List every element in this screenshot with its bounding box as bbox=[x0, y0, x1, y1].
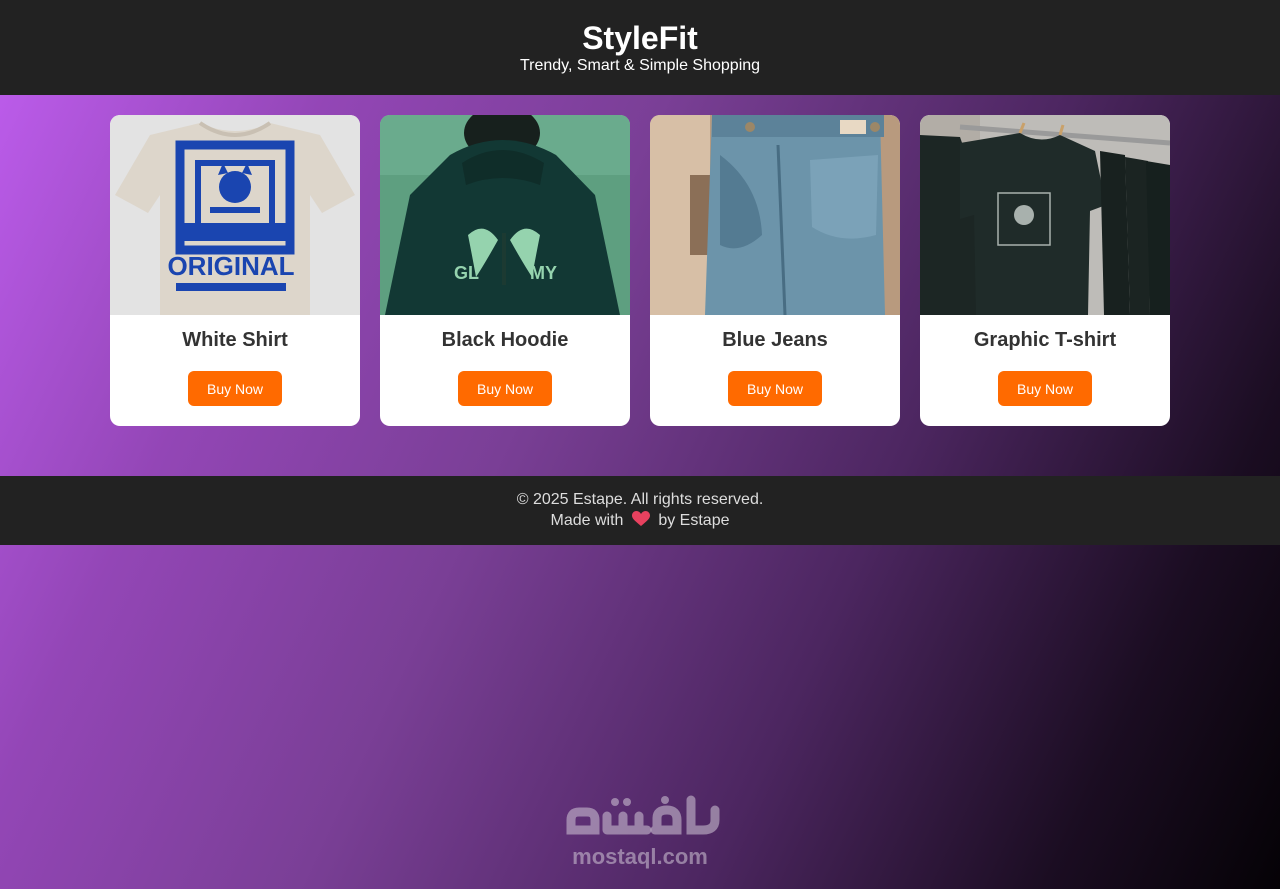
site-title: StyleFit bbox=[582, 20, 698, 56]
product-name: White Shirt bbox=[182, 329, 288, 351]
product-name: Graphic T-shirt bbox=[973, 329, 1117, 351]
footer-made-with: Made with by Estape bbox=[0, 511, 1280, 530]
product-card-graphic-tshirt: Graphic T-shirt Buy Now bbox=[920, 115, 1170, 426]
svg-text:GL: GL bbox=[454, 263, 479, 283]
buy-now-button[interactable]: Buy Now bbox=[188, 371, 282, 406]
svg-text:ORIGINAL: ORIGINAL bbox=[167, 251, 294, 281]
buy-now-button[interactable]: Buy Now bbox=[998, 371, 1092, 406]
product-card-white-shirt: ORIGINAL White Shirt Buy Now bbox=[110, 115, 360, 426]
white-shirt-image: ORIGINAL bbox=[110, 115, 360, 315]
mostaql-logo-icon bbox=[566, 795, 720, 835]
blue-jeans-image bbox=[650, 115, 900, 315]
site-tagline: Trendy, Smart & Simple Shopping bbox=[519, 57, 761, 74]
product-name: Black Hoodie bbox=[441, 329, 569, 351]
product-name: Blue Jeans bbox=[722, 329, 828, 351]
graphic-tshirt-image bbox=[920, 115, 1170, 315]
made-with-label: Made with bbox=[550, 512, 624, 529]
site-header: StyleFit Trendy, Smart & Simple Shopping bbox=[0, 0, 1280, 95]
product-grid: ORIGINAL White Shirt Buy Now GL MY Black… bbox=[110, 115, 1170, 426]
watermark-text: mostaql.com bbox=[572, 844, 708, 869]
product-card-black-hoodie: GL MY Black Hoodie Buy Now bbox=[380, 115, 630, 426]
product-card-blue-jeans: Blue Jeans Buy Now bbox=[650, 115, 900, 426]
footer-copyright: © 2025 Estape. All rights reserved. bbox=[516, 491, 764, 508]
heart-icon bbox=[631, 511, 650, 526]
site-footer: © 2025 Estape. All rights reserved. Made… bbox=[0, 476, 1280, 545]
buy-now-button[interactable]: Buy Now bbox=[458, 371, 552, 406]
mostaql-watermark: mostaql.com bbox=[555, 792, 725, 872]
buy-now-button[interactable]: Buy Now bbox=[728, 371, 822, 406]
svg-text:MY: MY bbox=[530, 263, 557, 283]
made-by-label: by Estape bbox=[658, 512, 730, 529]
black-hoodie-image: GL MY bbox=[380, 115, 630, 315]
